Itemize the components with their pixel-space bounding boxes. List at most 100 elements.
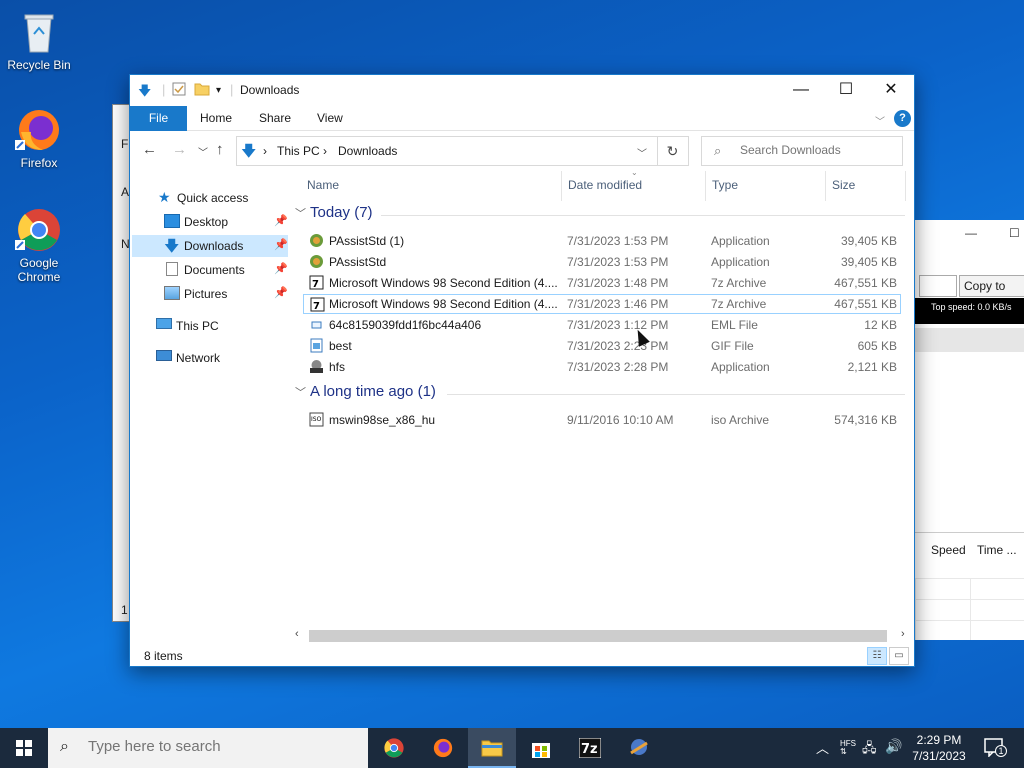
taskbar-hfs[interactable]: [615, 728, 663, 768]
list-item[interactable]: best 7/31/2023 2:23 PM GIF File 605 KB: [303, 336, 901, 356]
title-bar[interactable]: 🡇 | ▾ | Downloads — ☐ ✕: [130, 75, 914, 106]
network-tray-icon[interactable]: 🖧: [862, 739, 877, 761]
search-input[interactable]: [740, 143, 890, 157]
col-time[interactable]: Time ...: [977, 543, 1017, 557]
col-speed[interactable]: Speed: [931, 543, 966, 557]
column-separator[interactable]: [825, 171, 826, 201]
desktop-icon-google-chrome[interactable]: Google Chrome: [1, 206, 77, 284]
taskbar-search[interactable]: ⌕: [48, 728, 368, 768]
list-item[interactable]: ISO mswin98se_x86_hu 9/11/2016 10:10 AM …: [303, 410, 901, 430]
address-dropdown-icon[interactable]: ﹀: [637, 145, 647, 160]
taskbar-file-explorer[interactable]: [468, 728, 516, 768]
refresh-button[interactable]: ↻: [657, 136, 689, 166]
taskbar-search-input[interactable]: [88, 738, 348, 755]
taskbar-firefox[interactable]: [419, 728, 467, 768]
nav-network[interactable]: Network: [132, 347, 288, 369]
tab-share[interactable]: Share: [259, 111, 291, 125]
customize-toolbar-icon[interactable]: ▾: [216, 85, 221, 96]
hfs-icon: [309, 359, 324, 374]
collapse-chevron-icon[interactable]: ﹀: [295, 387, 306, 399]
expand-ribbon-icon[interactable]: ﹀: [875, 113, 885, 128]
column-date-modified[interactable]: Date modified: [568, 178, 642, 192]
back-arrow-icon[interactable]: ←: [142, 141, 157, 158]
taskbar-7zip[interactable]: 7z: [566, 728, 614, 768]
column-separator[interactable]: [561, 171, 562, 201]
nav-quick-access[interactable]: ★ Quick access: [132, 187, 288, 209]
search-icon: ⌕: [60, 738, 69, 755]
maximize-button[interactable]: ☐: [823, 75, 869, 106]
nav-pictures[interactable]: Pictures 📌: [132, 283, 288, 305]
taskbar-chrome[interactable]: [370, 728, 418, 768]
horizontal-scrollbar[interactable]: ‹ ›: [293, 628, 913, 645]
clock[interactable]: 2:29 PM 7/31/2023: [906, 732, 972, 764]
tab-home[interactable]: Home: [200, 111, 232, 125]
down-arrow-icon[interactable]: 🡇: [138, 82, 151, 104]
properties-icon[interactable]: [172, 82, 186, 99]
nav-desktop[interactable]: Desktop 📌: [132, 211, 288, 233]
breadcrumb-this-pc[interactable]: This PC: [277, 144, 320, 158]
forward-arrow-icon[interactable]: →: [172, 141, 187, 158]
volume-icon[interactable]: 🔊: [885, 738, 902, 755]
pin-icon[interactable]: 📌: [274, 262, 288, 275]
app-icon: [309, 254, 324, 269]
pin-icon[interactable]: 📌: [274, 286, 288, 299]
minimize-button[interactable]: —: [778, 75, 824, 106]
list-item[interactable]: 7 Microsoft Windows 98 Second Edition (4…: [303, 273, 901, 293]
tab-file[interactable]: File: [130, 106, 187, 131]
desktop-icon-recycle-bin[interactable]: Recycle Bin: [1, 8, 77, 72]
group-header-long-ago[interactable]: ﹀ A long time ago (1): [295, 383, 436, 400]
bg-maximize-button[interactable]: ☐: [1009, 226, 1020, 240]
new-folder-icon[interactable]: [194, 82, 210, 99]
column-type[interactable]: Type: [712, 178, 738, 192]
show-hidden-icons-icon[interactable]: ︿: [816, 738, 829, 757]
breadcrumb-separator: ›: [263, 144, 267, 158]
list-item[interactable]: 7 Microsoft Windows 98 Second Edition (4…: [303, 294, 901, 314]
scroll-left-icon[interactable]: ‹: [295, 628, 299, 640]
large-icons-view-icon[interactable]: ▭: [889, 647, 909, 665]
scrollbar-thumb[interactable]: [309, 630, 887, 642]
scroll-right-icon[interactable]: ›: [901, 628, 905, 640]
column-name[interactable]: Name: [307, 178, 339, 192]
downloads-folder-icon: 🡇: [241, 143, 257, 160]
pin-icon[interactable]: 📌: [274, 238, 288, 251]
up-arrow-icon[interactable]: ↑: [216, 141, 224, 158]
notification-count: 1: [995, 745, 1007, 757]
desktop-icon-firefox[interactable]: Firefox: [1, 106, 77, 170]
breadcrumb-downloads[interactable]: Downloads: [338, 144, 397, 158]
list-item[interactable]: 64c8159039fdd1f6bc44a406 7/31/2023 1:12 …: [303, 315, 901, 335]
list-item[interactable]: PAssistStd 7/31/2023 1:53 PM Application…: [303, 252, 901, 272]
taskbar-store[interactable]: [517, 728, 565, 768]
group-header-today[interactable]: ﹀ Today (7): [295, 204, 373, 221]
address-bar[interactable]: 🡇 › This PC › Downloads ﹀: [236, 136, 658, 166]
nav-label: Downloads: [184, 239, 244, 253]
start-button[interactable]: [0, 728, 48, 768]
group-divider: [381, 215, 905, 216]
help-icon[interactable]: ?: [894, 110, 911, 127]
details-view-icon[interactable]: ☷: [867, 647, 887, 665]
nav-downloads[interactable]: 🡇 Downloads 📌: [132, 235, 288, 257]
search-box[interactable]: ⌕: [701, 136, 903, 166]
chrome-icon: [384, 738, 404, 758]
list-item[interactable]: hfs 7/31/2023 2:28 PM Application 2,121 …: [303, 357, 901, 377]
file-date: 7/31/2023 1:46 PM: [567, 297, 669, 311]
close-button[interactable]: ✕: [868, 75, 914, 106]
pin-icon[interactable]: 📌: [274, 214, 288, 227]
column-size[interactable]: Size: [832, 178, 855, 192]
hfs-tray-icon[interactable]: HFS ⇅: [840, 740, 856, 756]
file-explorer-window[interactable]: 🡇 | ▾ | Downloads — ☐ ✕ File Home Share …: [129, 74, 915, 667]
tab-view[interactable]: View: [317, 111, 343, 125]
list-item[interactable]: PAssistStd (1) 7/31/2023 1:53 PM Applica…: [303, 231, 901, 251]
pictures-icon: [164, 286, 180, 300]
collapse-chevron-icon[interactable]: ﹀: [295, 208, 306, 220]
7z-icon: 7: [309, 275, 324, 290]
copy-to-button[interactable]: Copy to: [959, 275, 1024, 297]
bg-input[interactable]: [919, 275, 957, 297]
notifications-button[interactable]: 1: [984, 737, 1007, 758]
column-separator[interactable]: [705, 171, 706, 201]
nav-this-pc[interactable]: This PC: [132, 315, 288, 337]
column-separator[interactable]: [905, 171, 906, 201]
recent-locations-icon[interactable]: ﹀: [198, 144, 208, 159]
nav-documents[interactable]: Documents 📌: [132, 259, 288, 281]
bg-minimize-button[interactable]: —: [965, 226, 977, 240]
background-window-hfs[interactable]: — ☐ Copy to Top speed: 0.0 KB/s Speed Ti…: [914, 220, 1024, 640]
